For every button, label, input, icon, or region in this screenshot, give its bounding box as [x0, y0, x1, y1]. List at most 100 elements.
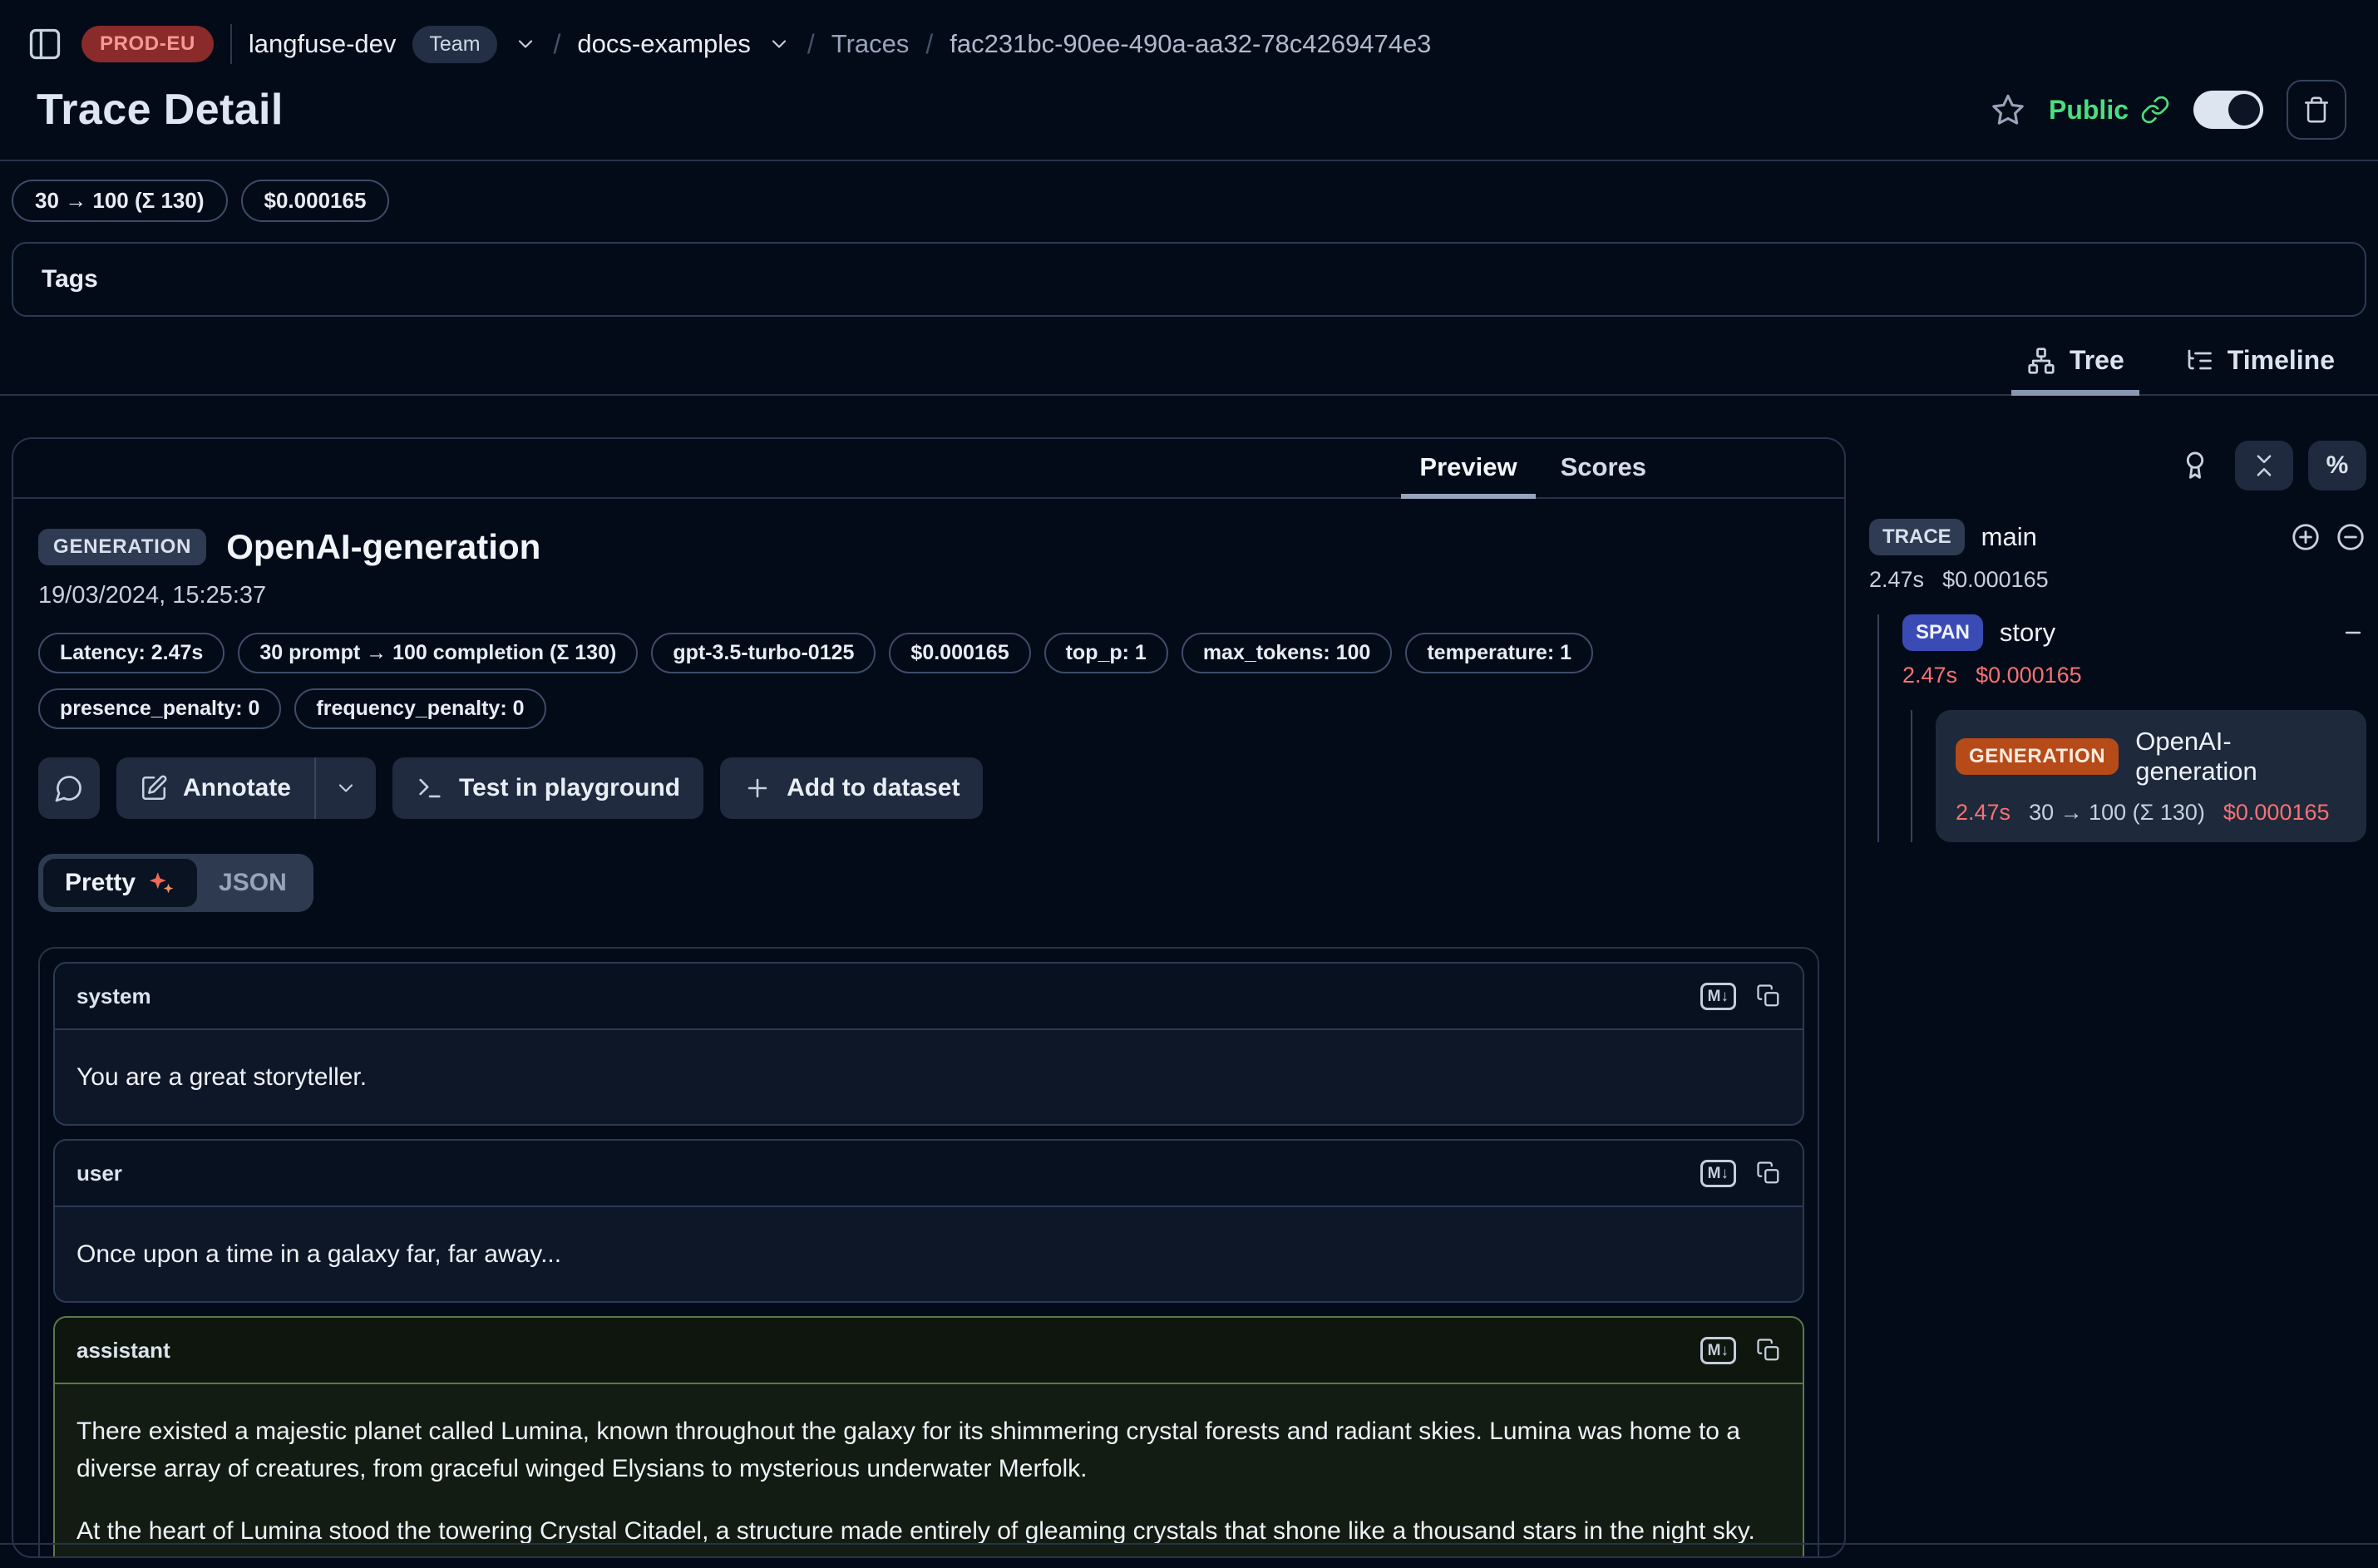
playground-label: Test in playground [459, 774, 680, 802]
span-cost: $0.000165 [1976, 663, 2082, 688]
assistant-paragraph: At the heart of Lumina stood the towerin… [76, 1512, 1781, 1556]
copy-icon[interactable] [1756, 1161, 1781, 1186]
view-tabs: Tree Timeline [0, 332, 2378, 396]
page-title: Trace Detail [37, 85, 284, 135]
add-to-dataset-label: Add to dataset [787, 774, 960, 802]
public-label: Public [2049, 95, 2129, 126]
span-latency: 2.47s [1902, 663, 1957, 688]
chevron-down-icon[interactable] [767, 32, 791, 56]
terminal-icon [416, 774, 444, 802]
markdown-toggle-icon[interactable]: M↓ [1700, 983, 1736, 1010]
param-temperature: temperature: 1 [1405, 633, 1593, 673]
top-bar: PROD-EU langfuse-dev Team / docs-example… [0, 0, 2378, 70]
observation-params-row2: presence_penalty: 0 frequency_penalty: 0 [38, 688, 1819, 729]
add-to-dataset-button[interactable]: Add to dataset [720, 757, 983, 819]
plus-circle-icon[interactable] [2290, 521, 2321, 553]
tree-node-span[interactable]: SPAN story [1902, 614, 2366, 651]
format-json[interactable]: JSON [197, 859, 308, 907]
separator [230, 24, 232, 64]
percent-icon: % [2326, 451, 2349, 480]
tab-timeline[interactable]: Timeline [2169, 332, 2350, 394]
test-in-playground-button[interactable]: Test in playground [392, 757, 703, 819]
breadcrumb-org[interactable]: langfuse-dev [249, 29, 397, 59]
plus-icon [743, 774, 772, 802]
observation-title: OpenAI-generation [226, 527, 540, 567]
annotate-label: Annotate [183, 774, 291, 802]
comment-button[interactable] [38, 757, 100, 819]
tree-view-icon [2026, 346, 2056, 376]
message-assistant: assistant M↓ There existed a majestic pl… [53, 1316, 1804, 1556]
environment-badge: PROD-EU [81, 26, 214, 62]
panel-tabs: Preview Scores [13, 439, 1844, 499]
param-cost: $0.000165 [889, 633, 1030, 673]
tree-controls: % [1869, 441, 2366, 491]
markdown-toggle-icon[interactable]: M↓ [1700, 1160, 1736, 1187]
tab-tree[interactable]: Tree [2011, 332, 2139, 394]
sidebar-toggle-button[interactable] [25, 24, 65, 64]
param-tokens: 30 prompt → 100 completion (Σ 130) [238, 633, 638, 673]
generation-stats: 2.47s 30 → 100 (Σ 130) $0.000165 [1956, 800, 2346, 826]
generation-badge: GENERATION [1956, 738, 2119, 775]
annotate-split-button: Annotate [116, 757, 376, 819]
tree-node-generation-selected[interactable]: GENERATION OpenAI-generation 2.47s 30 → … [1936, 710, 2366, 842]
observation-header: GENERATION OpenAI-generation [38, 527, 1819, 567]
trace-stats: 2.47s $0.000165 [1869, 567, 2366, 593]
public-link[interactable]: Public [2049, 95, 2170, 126]
annotate-button[interactable]: Annotate [116, 757, 314, 819]
observation-timestamp: 19/03/2024, 15:25:37 [38, 582, 1819, 609]
annotate-dropdown-button[interactable] [316, 757, 376, 819]
copy-icon[interactable] [1756, 984, 1781, 1008]
tags-box[interactable]: Tags [12, 242, 2366, 317]
tab-tree-label: Tree [2070, 345, 2124, 376]
trace-name: main [1981, 522, 2037, 552]
message-header: user M↓ [55, 1141, 1803, 1207]
trash-icon [2302, 96, 2331, 124]
message-role: system [76, 984, 151, 1009]
messages-container: system M↓ You are a great storyteller. u… [38, 947, 1819, 1556]
breadcrumb-traces[interactable]: Traces [831, 29, 910, 59]
tree-node-trace[interactable]: TRACE main [1869, 519, 2366, 555]
copy-icon[interactable] [1756, 1338, 1781, 1363]
timeline-icon [2184, 346, 2214, 376]
main-area: Preview Scores GENERATION OpenAI-generat… [0, 437, 2378, 1558]
toggle-metrics-button[interactable]: % [2308, 441, 2366, 491]
public-toggle[interactable] [2193, 91, 2263, 129]
link-icon [2140, 95, 2170, 125]
tab-scores[interactable]: Scores [1542, 439, 1665, 497]
panel-left-icon [27, 26, 63, 62]
bottom-divider [0, 1543, 2378, 1545]
message-user: user M↓ Once upon a time in a galaxy far… [53, 1139, 1804, 1303]
tab-timeline-label: Timeline [2228, 345, 2335, 376]
param-presence-penalty: presence_penalty: 0 [38, 688, 281, 729]
edit-icon [140, 774, 168, 802]
panel-body: GENERATION OpenAI-generation 19/03/2024,… [13, 499, 1844, 1556]
observation-params-row1: Latency: 2.47s 30 prompt → 100 completio… [38, 633, 1819, 673]
span-stats: 2.47s $0.000165 [1902, 663, 2366, 688]
trace-latency: 2.47s [1869, 567, 1924, 593]
trace-badges: 30 → 100 (Σ 130) $0.000165 [0, 161, 2378, 239]
format-pretty[interactable]: Pretty [43, 859, 197, 907]
observation-type-badge: GENERATION [38, 529, 206, 565]
assistant-paragraph: There existed a majestic planet called L… [76, 1413, 1781, 1487]
format-toggle: Pretty JSON [38, 854, 313, 912]
star-icon[interactable] [1991, 92, 2025, 127]
minus-circle-icon[interactable] [2335, 521, 2366, 553]
tab-preview[interactable]: Preview [1401, 439, 1535, 497]
minus-icon[interactable] [2340, 619, 2366, 646]
param-model: gpt-3.5-turbo-0125 [651, 633, 876, 673]
markdown-toggle-icon[interactable]: M↓ [1700, 1337, 1736, 1364]
span-name: story [2000, 618, 2055, 648]
annotate-queue-button[interactable] [2170, 441, 2220, 491]
chevron-down-icon[interactable] [514, 32, 537, 56]
message-role: user [76, 1161, 122, 1186]
chevron-down-icon [334, 777, 358, 800]
token-usage-badge: 30 → 100 (Σ 130) [12, 180, 228, 222]
param-latency: Latency: 2.47s [38, 633, 224, 673]
generation-tokens: 30 → 100 (Σ 130) [2029, 800, 2205, 826]
breadcrumb-slash: / [554, 29, 561, 60]
breadcrumb-project[interactable]: docs-examples [577, 29, 750, 59]
format-pretty-label: Pretty [65, 869, 136, 897]
generation-name: OpenAI-generation [2135, 727, 2346, 786]
delete-trace-button[interactable] [2287, 80, 2346, 140]
collapse-all-button[interactable] [2235, 441, 2293, 491]
